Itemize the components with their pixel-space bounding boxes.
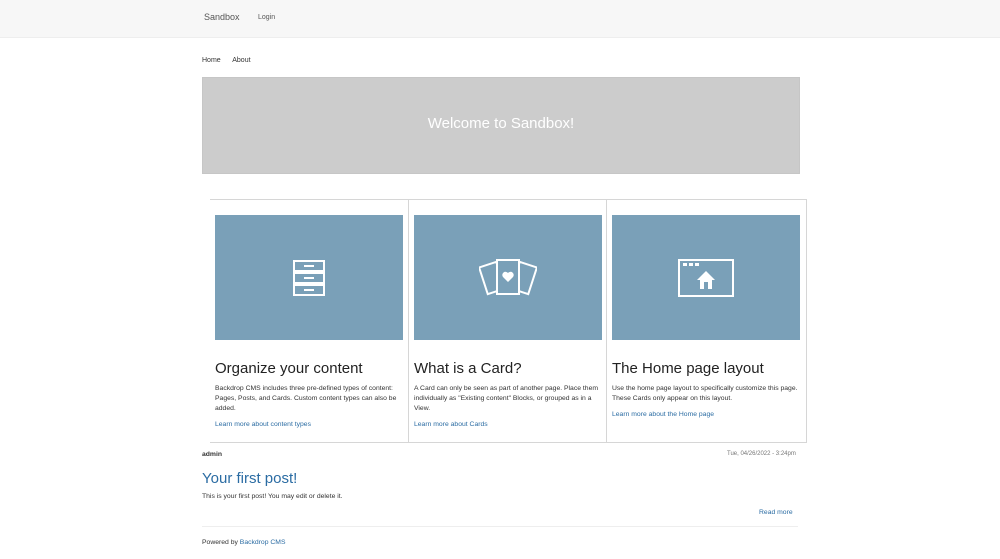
read-more-link[interactable]: Read more: [759, 509, 793, 516]
post-date: Tue, 04/26/2022 - 3:24pm: [727, 451, 796, 457]
footer-prefix: Powered by: [202, 539, 240, 546]
post-body: This is your first post! You may edit or…: [202, 493, 343, 500]
main-navigation: Home About: [202, 57, 261, 64]
home-window-icon: [678, 258, 734, 297]
site-brand-link[interactable]: Sandbox: [204, 12, 240, 22]
card-image: [215, 215, 403, 340]
filing-cabinet-icon: [293, 259, 325, 296]
card-image: [414, 215, 602, 340]
hero-title: Welcome to Sandbox!: [427, 114, 575, 132]
cards-row: Organize your content Backdrop CMS inclu…: [210, 199, 807, 443]
footer: Powered by Backdrop CMS: [202, 539, 286, 546]
card-link-home-page[interactable]: Learn more about the Home page: [612, 411, 714, 418]
login-link[interactable]: Login: [258, 14, 275, 21]
nav-item-about[interactable]: About: [232, 57, 250, 64]
card-title: Organize your content: [215, 360, 363, 377]
post-title-link[interactable]: Your first post!: [202, 470, 297, 487]
card-text: Backdrop CMS includes three pre-defined …: [215, 385, 397, 412]
card-what-is-card: What is a Card? A Card can only be seen …: [408, 200, 606, 442]
top-bar: Sandbox Login: [0, 0, 1000, 38]
nav-item-home[interactable]: Home: [202, 57, 221, 64]
post-author: admin: [202, 451, 223, 458]
hero-banner: Welcome to Sandbox!: [202, 77, 800, 174]
card-link-cards[interactable]: Learn more about Cards: [414, 421, 488, 428]
card-text: A Card can only be seen as part of anoth…: [414, 385, 599, 412]
card-organize-content: Organize your content Backdrop CMS inclu…: [210, 200, 408, 442]
card-title: What is a Card?: [414, 360, 522, 377]
card-image: [612, 215, 800, 340]
card-link-content-types[interactable]: Learn more about content types: [215, 421, 311, 428]
card-home-layout: The Home page layout Use the home page l…: [606, 200, 804, 442]
card-title: The Home page layout: [612, 360, 764, 377]
cards-heart-icon: [479, 258, 537, 295]
backdrop-cms-link[interactable]: Backdrop CMS: [240, 539, 286, 546]
card-text: Use the home page layout to specifically…: [612, 385, 798, 402]
footer-divider: [202, 526, 798, 527]
